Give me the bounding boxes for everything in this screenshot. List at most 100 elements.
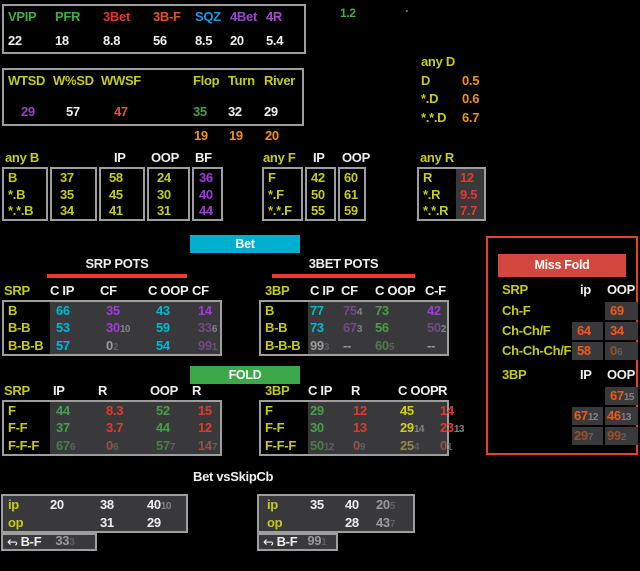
note-value: 1.2 <box>340 6 356 20</box>
table-row: F-F 37 3.7 44 12 <box>4 419 220 437</box>
corner-label-3bp: 3BP <box>265 383 290 398</box>
oop-column: 60 61 59 <box>338 167 366 221</box>
cell: 34 <box>60 202 74 218</box>
cell: 15 <box>198 403 212 419</box>
col-header-c-f: C-F <box>425 283 446 298</box>
any-r-title: any R <box>420 150 454 165</box>
cell: 3.7 <box>106 420 124 436</box>
cell: 20 <box>50 497 64 513</box>
cell: 7.7 <box>460 202 478 218</box>
stat-header-3bet: 3Bet <box>103 9 130 24</box>
cell: 24 <box>157 170 171 186</box>
cell: 30 <box>157 186 171 202</box>
stat-value-3bf: 56 <box>153 33 167 48</box>
cell: 54 <box>156 337 170 353</box>
vs-skip-cb-title: Bet vsSkipCb <box>193 469 274 484</box>
col-header-r2: R <box>438 383 448 398</box>
row-label: F <box>4 402 50 420</box>
cell: 60 <box>344 170 358 186</box>
col-header-ip: IP <box>114 150 126 165</box>
cell: 4613 <box>605 407 638 425</box>
col-header-cf2: CF <box>192 283 209 298</box>
fold-button[interactable]: FOLD <box>190 366 300 384</box>
table-row: F-F-F 5012 09 254 01 <box>261 436 453 454</box>
cell: 42 <box>311 170 325 186</box>
bf-label: B-F <box>20 534 42 549</box>
cell: 59 <box>156 320 170 336</box>
stat-header-pfr: PFR <box>55 9 81 24</box>
col-header-oop: OOP <box>607 367 635 382</box>
miss-fold-panel: Miss Fold SRP ip OOP Ch-F 69 Ch-Ch/F 64 … <box>486 236 638 455</box>
cell: 992 <box>605 427 638 445</box>
row-label: F-F-F <box>4 436 50 454</box>
col-header-cip: C IP <box>308 383 333 398</box>
col-header-coop: C OOP <box>375 283 416 298</box>
row-label: op <box>8 514 24 530</box>
stat-value-4bet: 20 <box>230 33 244 48</box>
row-label: F-F-F <box>261 436 308 454</box>
cell: 205 <box>376 497 395 513</box>
cell: 44 <box>156 420 170 436</box>
corner-label-3bp: 3BP <box>502 367 527 382</box>
col-header-bf: BF <box>195 150 212 165</box>
row-label: *.R <box>423 186 441 202</box>
cell: 58 <box>572 342 603 360</box>
sub-value-flop: 19 <box>194 128 208 143</box>
row-label: *.B <box>8 186 26 202</box>
showdown-value-row: 29 57 47 35 32 29 <box>8 104 302 119</box>
row-label: Ch-Ch/F <box>502 323 551 338</box>
any-b-title: any B <box>5 150 39 165</box>
cell: 336 <box>198 320 217 336</box>
threebet-pots-title: 3BET POTS <box>308 256 379 271</box>
street-sub-values: 19 19 20 <box>194 128 305 143</box>
cell: 437 <box>376 514 395 530</box>
row-label: B <box>261 302 308 320</box>
row-value: 0.6 <box>462 91 480 106</box>
stat-value-wsd: 57 <box>66 104 80 119</box>
cell: 993 <box>310 337 329 353</box>
any-r-section: any R R *.R *.*.R 12 9.5 7.7 <box>417 150 497 222</box>
stat-header-wwsf: WWSF <box>101 73 141 88</box>
ip-column: 58 45 41 <box>99 167 145 221</box>
row-label: B <box>4 302 50 320</box>
srp-pots-title: SRP POTS <box>85 256 149 271</box>
stat-header-4bet: 4Bet <box>230 9 257 24</box>
row-label: F <box>261 402 308 420</box>
cell: 44 <box>199 202 213 218</box>
cell: 605 <box>375 337 394 353</box>
cell: 77 <box>310 303 324 319</box>
stat-header-flop: Flop <box>193 73 220 88</box>
col-header-ip: IP <box>580 367 592 382</box>
col-header-cf: CF <box>341 283 358 298</box>
stat-value-wwsf: 47 <box>114 104 128 119</box>
stat-header-wtsd: WTSD <box>8 73 46 88</box>
row-label: B-B <box>261 319 308 337</box>
cell: 58 <box>109 170 123 186</box>
cell: 991 <box>198 337 217 353</box>
corner-label-srp: SRP <box>502 282 528 297</box>
col-header-r: R <box>351 383 361 398</box>
row-label: B-B <box>4 319 50 337</box>
stat-header-4r: 4R <box>266 9 283 24</box>
stat-header-wsd: W%SD <box>53 73 94 88</box>
any-f-table: F *.F *.*.F 42 50 55 60 61 59 <box>262 167 366 221</box>
cell: 29 <box>310 403 324 419</box>
cell: 12 <box>353 403 367 419</box>
bf-column: 36 40 44 <box>192 167 223 221</box>
cell: 09 <box>353 437 366 453</box>
srp-pots-table: B 66 35 43 14 B-B 53 3010 59 336 B-B-B 5… <box>2 300 222 356</box>
cell: 577 <box>156 437 175 453</box>
col-header-ip: ip <box>580 282 591 297</box>
cell: 9.5 <box>460 186 478 202</box>
cell: 06 <box>605 342 638 360</box>
cell: 12 <box>460 170 474 186</box>
stat-value-pfr: 18 <box>55 33 69 48</box>
cell: 35 <box>60 186 74 202</box>
bet-button[interactable]: Bet <box>190 235 300 253</box>
preflop-stats-panel: VPIP PFR 3Bet 3B-F SQZ 4Bet 4R 22 18 8.8… <box>2 4 306 54</box>
row-label: ip <box>8 497 19 513</box>
cell: 754 <box>343 303 362 319</box>
table-row: F-F 30 13 2914 2313 <box>261 419 465 437</box>
col-header-cip: C IP <box>50 283 75 298</box>
miss-fold-header[interactable]: Miss Fold <box>498 254 626 277</box>
